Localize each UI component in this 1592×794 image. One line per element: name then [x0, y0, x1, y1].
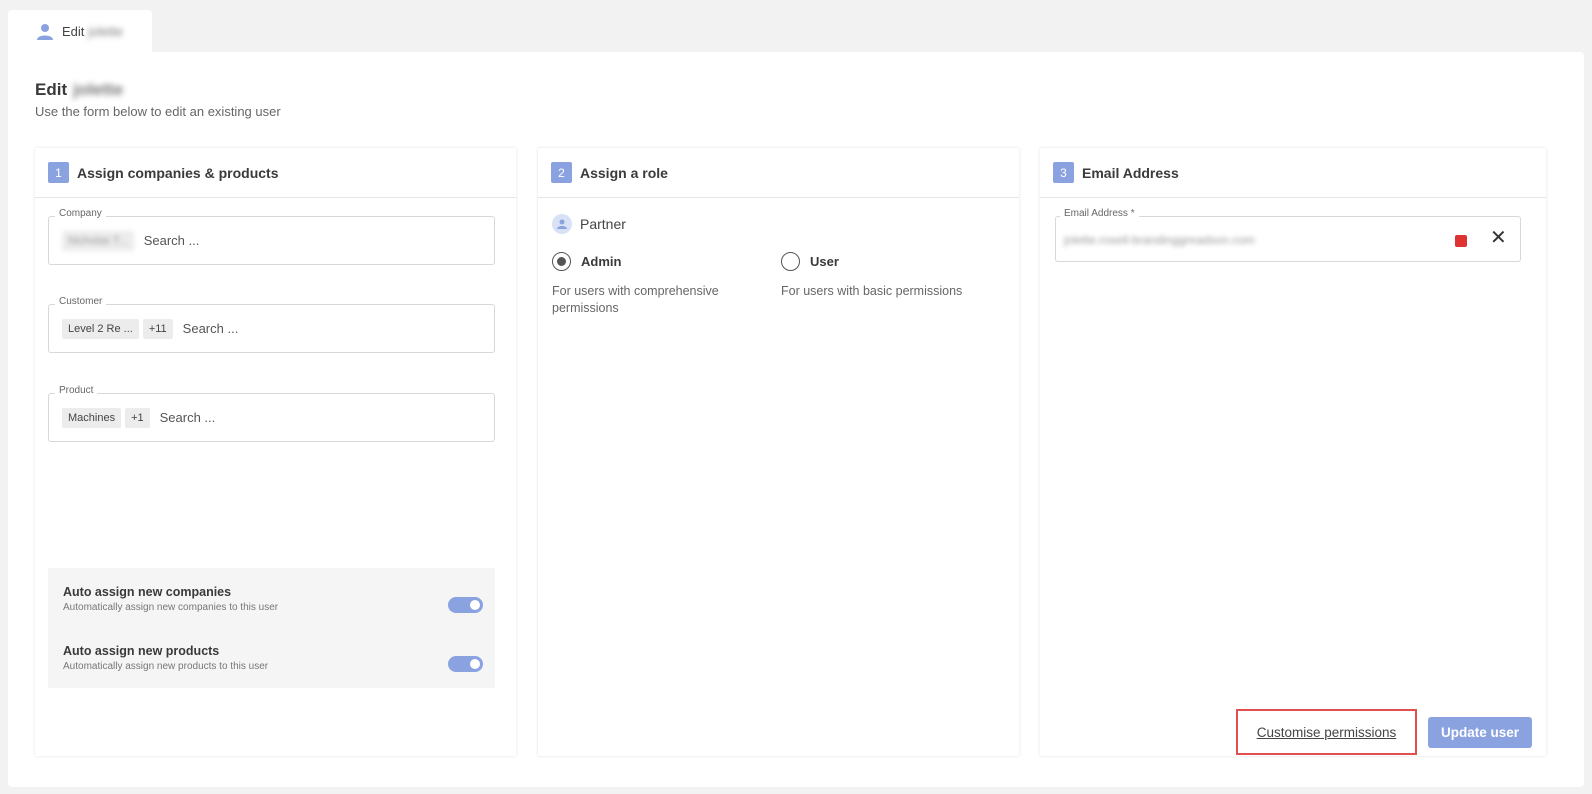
- step-number: 2: [551, 162, 572, 183]
- admin-desc: For users with comprehensive permissions: [552, 284, 719, 315]
- partner-icon: [552, 214, 572, 234]
- close-icon[interactable]: ✕: [1490, 228, 1507, 248]
- customise-permissions-link[interactable]: Customise permissions: [1236, 709, 1417, 755]
- user-desc: For users with basic permissions: [781, 284, 963, 298]
- step-number: 3: [1053, 162, 1074, 183]
- panel-header: 3 Email Address: [1040, 148, 1546, 198]
- assign-role-panel: 2 Assign a role Partner Admin For users …: [538, 148, 1019, 756]
- page-subtitle: Use the form below to edit an existing u…: [35, 104, 281, 119]
- tab-label: Edit: [62, 24, 85, 39]
- role-option-admin[interactable]: Admin: [552, 252, 621, 271]
- assign-companies-panel: 1 Assign companies & products Company Ni…: [35, 148, 516, 756]
- panel-title: Assign companies & products: [77, 164, 279, 181]
- user-label: User: [810, 254, 839, 269]
- auto-assign-section: Auto assign new companies Automatically …: [48, 568, 495, 688]
- panel-title: Assign a role: [580, 164, 668, 181]
- step-number: 1: [48, 162, 69, 183]
- customise-permissions-label: Customise permissions: [1256, 724, 1397, 740]
- person-icon: [37, 23, 53, 40]
- company-search-input[interactable]: Search ...: [144, 233, 200, 248]
- product-label: Product: [55, 385, 98, 396]
- admin-label: Admin: [581, 254, 622, 269]
- page-title-label: Edit: [35, 80, 68, 99]
- auto-assign-products-label: Auto assign new products: [63, 644, 220, 658]
- customer-field[interactable]: Customer Level 2 Re ... +11 Search ...: [48, 296, 495, 353]
- company-chip[interactable]: Nicholas T...: [62, 230, 134, 251]
- product-search-input[interactable]: Search ...: [160, 410, 216, 425]
- email-field[interactable]: Email Address * jolette.rosell-brandingg…: [1055, 208, 1521, 262]
- panel-header: 1 Assign companies & products: [35, 148, 516, 198]
- auto-assign-companies-desc: Automatically assign new companies to th…: [63, 602, 279, 613]
- user-radio[interactable]: [781, 252, 800, 271]
- email-address-panel: 3 Email Address Email Address * jolette.…: [1040, 148, 1546, 756]
- customer-chip[interactable]: Level 2 Re ...: [62, 318, 139, 339]
- page-title: Edit jolette: [35, 80, 123, 100]
- partner-group: Partner: [552, 214, 626, 234]
- email-label: Email Address *: [1060, 208, 1139, 219]
- tab-edit-user[interactable]: Edit jolette: [8, 10, 152, 53]
- product-more-chip[interactable]: +1: [125, 407, 150, 428]
- company-label: Company: [55, 208, 106, 219]
- auto-assign-products-row: Auto assign new products Automatically a…: [63, 644, 483, 694]
- edit-user-page: Edit jolette Use the form below to edit …: [8, 52, 1584, 787]
- update-user-button[interactable]: Update user: [1428, 717, 1532, 748]
- page-title-user-name: jolette: [73, 80, 124, 99]
- panel-header: 2 Assign a role: [538, 148, 1019, 198]
- customer-label: Customer: [55, 296, 107, 307]
- auto-assign-products-desc: Automatically assign new products to thi…: [63, 661, 269, 672]
- panel-title: Email Address: [1082, 164, 1179, 181]
- password-manager-icon[interactable]: [1455, 235, 1467, 247]
- auto-assign-companies-row: Auto assign new companies Automatically …: [63, 585, 483, 635]
- customer-search-input[interactable]: Search ...: [183, 321, 239, 336]
- tab-user-name: jolette: [88, 24, 124, 39]
- email-input[interactable]: jolette.rosell-brandinggreadson.com: [1064, 233, 1255, 247]
- company-field[interactable]: Company Nicholas T... Search ...: [48, 208, 495, 265]
- product-field[interactable]: Product Machines +1 Search ...: [48, 385, 495, 442]
- admin-radio[interactable]: [552, 252, 571, 271]
- product-chip[interactable]: Machines: [62, 407, 122, 428]
- auto-assign-products-toggle[interactable]: [448, 656, 483, 672]
- auto-assign-companies-label: Auto assign new companies: [63, 585, 232, 599]
- partner-label: Partner: [580, 216, 626, 232]
- customer-more-chip[interactable]: +11: [142, 318, 173, 339]
- auto-assign-companies-toggle[interactable]: [448, 597, 483, 613]
- role-option-user[interactable]: User: [781, 252, 839, 271]
